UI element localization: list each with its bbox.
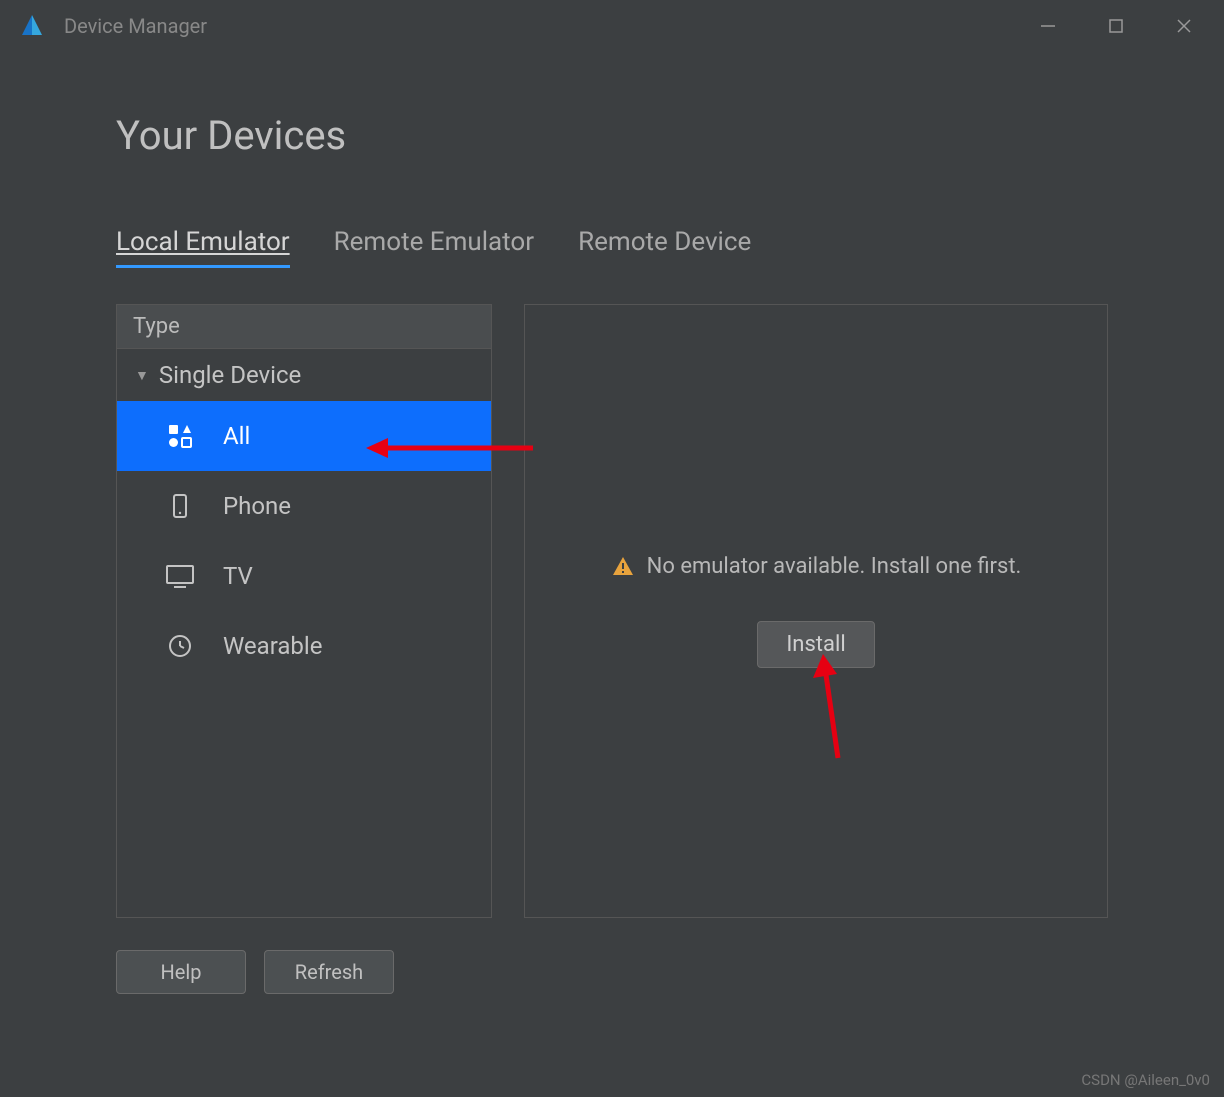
sidebar-item-all[interactable]: All (117, 401, 491, 471)
empty-message-text: No emulator available. Install one first… (647, 554, 1022, 579)
wearable-icon (165, 631, 195, 661)
warning-icon (611, 555, 635, 579)
tab-remote-emulator[interactable]: Remote Emulator (334, 227, 534, 268)
footer-buttons: Help Refresh (116, 950, 1108, 994)
sidebar-item-label: Wearable (223, 632, 322, 660)
tabs: Local Emulator Remote Emulator Remote De… (116, 227, 1108, 268)
minimize-button[interactable] (1038, 16, 1058, 36)
sidebar-item-wearable[interactable]: Wearable (117, 611, 491, 681)
app-logo-icon (18, 12, 46, 40)
chevron-down-icon: ▼ (135, 367, 149, 384)
empty-state: No emulator available. Install one first… (611, 554, 1022, 579)
page-title: Your Devices (116, 112, 1108, 159)
sidebar-item-label: TV (223, 562, 253, 590)
type-panel: Type ▼ Single Device (116, 304, 492, 918)
watermark: CSDN @Aileen_0v0 (1081, 1071, 1210, 1089)
sidebar-item-label: Phone (223, 492, 291, 520)
refresh-button[interactable]: Refresh (264, 950, 394, 994)
tree-group-single-device[interactable]: ▼ Single Device (117, 349, 491, 401)
tree-group-label: Single Device (159, 361, 301, 389)
tab-local-emulator[interactable]: Local Emulator (116, 227, 290, 268)
sidebar-item-phone[interactable]: Phone (117, 471, 491, 541)
phone-icon (165, 491, 195, 521)
tv-icon (165, 561, 195, 591)
sidebar-item-label: All (223, 422, 250, 450)
titlebar: Device Manager (0, 0, 1224, 52)
close-button[interactable] (1174, 16, 1194, 36)
tab-remote-device[interactable]: Remote Device (578, 227, 751, 268)
help-button[interactable]: Help (116, 950, 246, 994)
window-title: Device Manager (64, 14, 1038, 38)
all-devices-icon (165, 421, 195, 451)
maximize-button[interactable] (1106, 16, 1126, 36)
window-controls (1038, 16, 1194, 36)
emulator-panel: No emulator available. Install one first… (524, 304, 1108, 918)
sidebar-item-tv[interactable]: TV (117, 541, 491, 611)
type-header: Type (117, 305, 491, 349)
install-button[interactable]: Install (757, 621, 874, 668)
